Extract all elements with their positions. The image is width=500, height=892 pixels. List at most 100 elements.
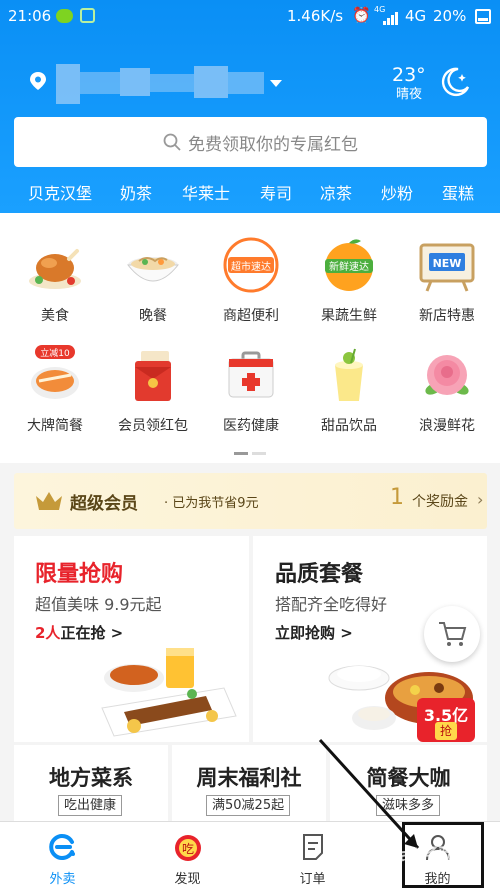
svg-text:超市速达: 超市速达 [231,260,271,273]
header: 21:06 1.46K/s ⏰ 4G 4G 20% 23° 晴夜 免费领取你的专… [0,0,500,213]
category-label: 医药健康 [223,418,279,434]
battery-icon [475,9,491,24]
cart-button[interactable] [424,606,480,662]
category-member-envelope[interactable]: 会员领红包 [107,345,199,435]
tab-orders[interactable]: 订单 [250,822,375,892]
category-label: 美食 [41,308,69,324]
search-icon [163,133,181,151]
tab-label: 发现 [174,872,201,887]
super-member-banner[interactable]: 超级会员 · 已为我节省9元 1 个奖励金 › [14,473,487,529]
new-store-icon: NEW [419,243,475,292]
alarm-icon: ⏰ [352,6,371,24]
watermark: Bai经验 [385,845,454,866]
search-placeholder: 免费领取你的专属红包 [188,135,358,155]
flash-sale-card[interactable]: 限量抢购 超值美味 9.9元起 2人正在抢 > [14,536,249,742]
quick-tag[interactable]: 凉茶 [320,180,352,204]
reward-count: 1 [390,485,404,510]
quality-meal-subtitle: 搭配齐全吃得好 [275,595,388,614]
moon-star-icon [441,67,470,97]
category-new-store[interactable]: NEW 新店特惠 [401,235,493,325]
card-tag: 滋味多多 [376,795,441,816]
network-speed: 1.46K/s [287,7,344,25]
quick-tag[interactable]: 奶茶 [120,180,152,204]
location-pin-icon[interactable] [28,71,48,91]
member-subtitle: · 已为我节省9元 [164,496,259,511]
notification-app-icon [56,9,73,23]
category-label: 果蔬生鲜 [321,308,377,324]
address-dropdown-icon[interactable] [270,80,282,87]
notification-scan-icon [80,8,95,23]
simple-meal-card[interactable]: 简餐大咖 滋味多多 [330,745,487,821]
status-bar: 21:06 1.46K/s ⏰ 4G 4G 20% [0,0,500,34]
eleme-logo-icon [49,834,75,860]
fast-meal-icon: 立减10 [31,345,79,399]
category-label: 商超便利 [223,308,279,324]
regional-cuisine-card[interactable]: 地方菜系 吃出健康 [14,745,168,821]
category-flowers[interactable]: 浪漫鲜花 [401,345,493,435]
quick-tag[interactable]: 炒粉 [381,180,413,204]
category-grid: 美食 晚餐 超市速达 商超便利 新鲜速达 果蔬生鲜 NEW 新店特惠 立减10 … [0,213,500,463]
battery-level: 20% [433,7,467,25]
dessert-drink-icon [335,348,363,401]
tab-label: 订单 [299,872,326,887]
network-type: 4G [405,7,427,25]
category-label: 会员领红包 [118,418,188,434]
supermarket-icon: 超市速达 [223,237,279,293]
svg-text:立减10: 立减10 [40,347,70,359]
card-tag: 满50减25起 [206,795,291,816]
orange-fruit-icon: 新鲜速达 [325,239,373,291]
address-blurred[interactable] [56,64,266,104]
tab-takeout[interactable]: 外卖 [0,822,125,892]
weekend-welfare-card[interactable]: 周末福利社 满50减25起 [172,745,326,821]
category-label: 甜品饮品 [321,418,377,434]
quick-tags: 贝克汉堡 奶茶 华莱士 寿司 凉茶 炒粉 蛋糕 [0,180,500,204]
card-title: 周末福利社 [196,766,302,790]
quick-tag[interactable]: 蛋糕 [442,180,474,204]
signal-icon [383,11,403,25]
quick-tag[interactable]: 华莱士 [182,180,230,204]
quality-meal-title: 品质套餐 [275,562,364,587]
status-time: 21:06 [8,7,52,25]
flash-sale-title: 限量抢购 [35,562,124,587]
tab-discover[interactable]: 吃 发现 [125,822,250,892]
chevron-right-icon: › [477,490,484,509]
order-icon [303,834,323,860]
crown-icon [36,492,62,510]
flash-sale-subtitle: 超值美味 9.9元起 [35,595,162,614]
page-indicator [234,452,274,455]
member-title: 超级会员 [70,494,138,514]
card-title: 地方菜系 [49,766,133,790]
category-dinner[interactable]: 晚餐 [107,235,199,325]
noodle-bowl-icon [126,257,180,282]
card-tag: 吃出健康 [58,795,123,816]
svg-text:NEW: NEW [433,257,462,270]
category-dessert[interactable]: 甜品饮品 [303,345,395,435]
search-bar[interactable]: 免费领取你的专属红包 [14,117,487,167]
reward-label: 个奖励金 [412,494,468,510]
rose-flower-icon [425,355,469,395]
category-brand-meal[interactable]: 立减10 大牌简餐 [9,345,101,435]
quick-tag[interactable]: 寿司 [260,180,292,204]
quick-tag[interactable]: 贝克汉堡 [28,180,92,204]
tab-label: 外卖 [49,872,76,887]
price-badge: 3.5亿 抢 [417,698,475,742]
red-envelope-icon [135,351,171,401]
svg-text:吃: 吃 [182,842,194,856]
svg-text:新鲜速达: 新鲜速达 [329,260,369,273]
category-food[interactable]: 美食 [9,235,101,325]
grab-tag: 抢 [435,722,457,740]
category-medical[interactable]: 医药健康 [205,345,297,435]
category-label: 大牌简餐 [27,418,83,434]
flash-sale-food-image [101,648,237,737]
category-fresh[interactable]: 新鲜速达 果蔬生鲜 [303,235,395,325]
weather-desc: 晴夜 [396,87,423,102]
cart-icon [439,622,467,646]
category-label: 晚餐 [139,308,167,324]
roast-chicken-icon [29,249,81,289]
medical-kit-icon [228,351,274,398]
discover-icon: 吃 [175,835,201,861]
card-title: 简餐大咖 [366,766,451,790]
category-label: 浪漫鲜花 [419,418,475,434]
category-label: 新店特惠 [419,308,475,324]
category-supermarket[interactable]: 超市速达 商超便利 [205,235,297,325]
